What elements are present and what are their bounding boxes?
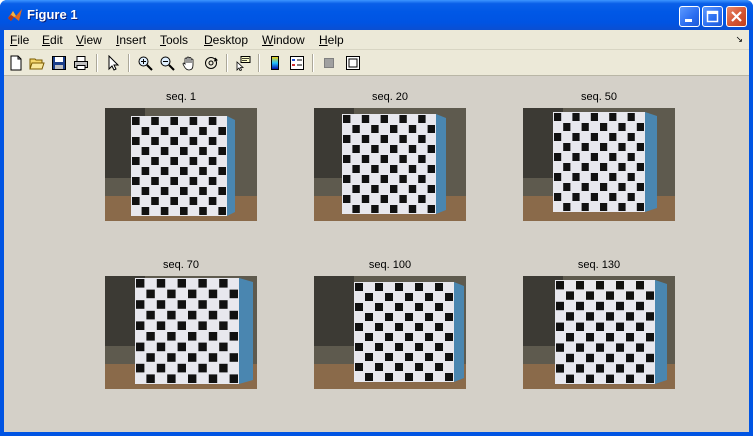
toolbar-separator [312, 54, 314, 72]
minimize-icon [685, 19, 692, 22]
hide-plot-tools-button[interactable] [320, 54, 338, 72]
title-bar[interactable]: Figure 1 [0, 0, 753, 30]
toolbar-separator [128, 54, 130, 72]
subplot-title: seq. 20 [371, 91, 409, 103]
toolbar-separator [258, 54, 260, 72]
zoom-out-button[interactable] [158, 54, 176, 72]
legend-button[interactable] [288, 54, 306, 72]
print-icon [74, 56, 88, 70]
checkerboard-box-photo [105, 108, 257, 221]
hide-plot-tools-icon [324, 58, 334, 68]
menu-edit[interactable]: Edit [42, 32, 63, 48]
save-icon [52, 56, 66, 70]
menu-help-hotkey: H [319, 33, 328, 47]
menu-tools-label: ools [166, 33, 189, 47]
show-plot-tools-icon [346, 56, 360, 70]
figure-toolbar [4, 50, 749, 76]
checkerboard-image [105, 108, 257, 221]
menu-help-label: elp [327, 33, 344, 47]
checkerboard-image [314, 108, 466, 221]
toolbar-separator [96, 54, 98, 72]
edit-plot-button[interactable] [104, 54, 122, 72]
window-title: Figure 1 [27, 7, 78, 22]
menu-tools[interactable]: Tools [160, 32, 188, 48]
menu-insert-label: nsert [119, 33, 147, 47]
menu-desktop-label: esktop [212, 33, 249, 47]
menu-help[interactable]: Help [319, 32, 344, 48]
menu-window-hotkey: W [262, 33, 274, 47]
close-button[interactable] [726, 6, 747, 27]
close-icon [731, 11, 742, 22]
subplot-title: seq. 1 [166, 91, 196, 103]
menu-desktop-hotkey: D [204, 33, 213, 47]
menu-file-label: ile [17, 33, 30, 47]
edit-plot-arrow-icon [108, 55, 120, 71]
new-figure-button[interactable] [7, 54, 25, 72]
menu-overflow-arrow[interactable]: ↘ [735, 34, 743, 45]
menu-window[interactable]: Window [262, 32, 305, 48]
pan-button[interactable] [180, 54, 198, 72]
colorbar-button[interactable] [266, 54, 284, 72]
menu-bar: File Edit View Insert Tools Desktop Wind… [4, 30, 749, 50]
colorbar-icon [271, 56, 279, 70]
checkerboard-image [523, 108, 675, 221]
checkerboard-box-photo [314, 108, 466, 221]
menu-edit-hotkey: E [42, 33, 51, 47]
checkerboard-box-photo [314, 276, 466, 389]
open-file-icon [29, 58, 45, 70]
zoom-in-button[interactable] [136, 54, 154, 72]
checkerboard-image [105, 276, 257, 389]
subplot-title: seq. 100 [368, 259, 412, 271]
maximize-button[interactable] [702, 6, 723, 27]
matlab-logo-icon [8, 9, 22, 21]
checkerboard-image [314, 276, 466, 389]
maximize-icon [706, 10, 719, 23]
print-button[interactable] [72, 54, 90, 72]
legend-icon [290, 56, 304, 70]
toolbar-separator [226, 54, 228, 72]
menu-desktop[interactable]: Desktop [204, 32, 248, 48]
data-cursor-button[interactable] [234, 54, 252, 72]
menu-insert[interactable]: Insert [116, 32, 146, 48]
zoom-in-icon [138, 56, 153, 71]
menu-view-hotkey: V [76, 33, 84, 47]
subplot-title: seq. 130 [577, 259, 621, 271]
menu-window-label: indow [273, 33, 305, 47]
show-plot-tools-button[interactable] [344, 54, 362, 72]
save-button[interactable] [50, 54, 68, 72]
figure-canvas: seq. 1 seq. 20 seq. 50 seq. 70 seq. 100 … [4, 77, 749, 432]
checkerboard-box-photo [105, 276, 257, 389]
data-cursor-icon [236, 56, 251, 71]
rotate-3d-icon [205, 57, 218, 69]
menu-view[interactable]: View [76, 32, 102, 48]
figure-window: Figure 1 File Edit View Insert Tools Des… [0, 0, 753, 436]
zoom-out-icon [160, 56, 175, 71]
menu-view-label: iew [83, 33, 102, 47]
menu-file[interactable]: File [10, 32, 29, 48]
subplot-title: seq. 50 [580, 91, 618, 103]
open-file-button[interactable] [28, 54, 46, 72]
subplot-title: seq. 70 [162, 259, 200, 271]
window-client-area: File Edit View Insert Tools Desktop Wind… [4, 30, 749, 432]
new-figure-icon [10, 55, 22, 71]
rotate-3d-button[interactable] [202, 54, 220, 72]
checkerboard-box-photo [523, 108, 675, 221]
checkerboard-image [523, 276, 675, 389]
minimize-button[interactable] [679, 6, 700, 27]
menu-edit-label: dit [50, 33, 63, 47]
pan-hand-icon [182, 56, 194, 71]
checkerboard-box-photo [523, 276, 675, 389]
